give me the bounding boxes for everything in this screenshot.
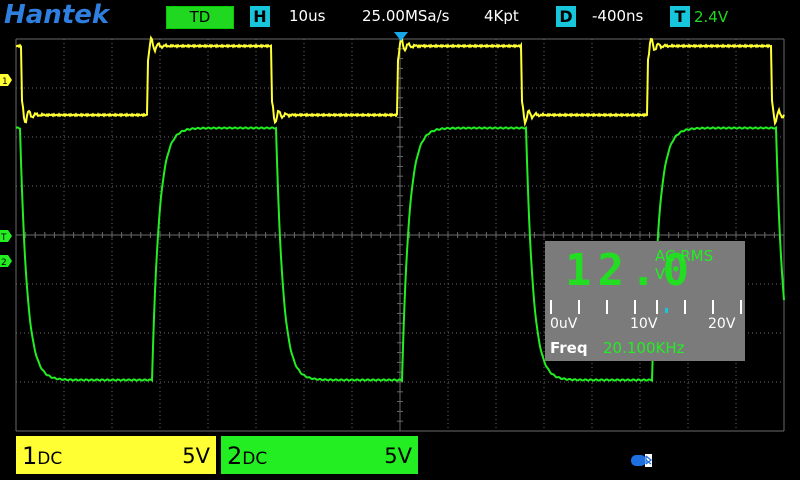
freq-label: Freq bbox=[550, 339, 588, 357]
ch1-scale: 5V bbox=[182, 444, 210, 468]
ch1-name: 1DC bbox=[22, 442, 62, 470]
ch1-marker[interactable]: 1 bbox=[0, 74, 12, 87]
trigger-position-marker[interactable] bbox=[394, 32, 408, 41]
measurement-level-indicator bbox=[665, 308, 668, 313]
ch2-scale: 5V bbox=[384, 444, 412, 468]
graticule bbox=[15, 38, 785, 432]
trigger-level-marker[interactable]: T bbox=[0, 230, 12, 243]
scale-label-max: 20V bbox=[708, 316, 736, 332]
ch2-marker[interactable]: 2 bbox=[0, 255, 12, 268]
ch2-marker-label: 2 bbox=[1, 258, 7, 268]
measurement-bar-scale bbox=[550, 300, 742, 314]
measurement-panel[interactable]: 12.0 AC RMS V 0uV 10V 20V Freq 20.100KHz bbox=[545, 241, 745, 361]
bluetooth-icon bbox=[631, 454, 653, 467]
ch1-number: 1 bbox=[22, 442, 38, 470]
measurement-mode: AC RMS bbox=[655, 247, 714, 265]
scale-label-min: 0uV bbox=[550, 316, 578, 332]
waveform-display[interactable]: 1 T 2 bbox=[0, 0, 800, 480]
ch1-settings[interactable]: 1DC 5V bbox=[16, 436, 216, 474]
scale-label-mid: 10V bbox=[630, 316, 658, 332]
ch1-marker-label: 1 bbox=[2, 77, 8, 87]
measurement-unit: V bbox=[655, 265, 666, 283]
ch2-coupling: DC bbox=[242, 449, 268, 469]
ch1-coupling: DC bbox=[37, 449, 63, 469]
ch2-number: 2 bbox=[227, 442, 243, 470]
freq-value: 20.100KHz bbox=[603, 339, 685, 357]
ch2-name: 2DC bbox=[227, 442, 267, 470]
ch2-settings[interactable]: 2DC 5V bbox=[221, 436, 418, 474]
trigger-marker-label: T bbox=[0, 233, 7, 243]
